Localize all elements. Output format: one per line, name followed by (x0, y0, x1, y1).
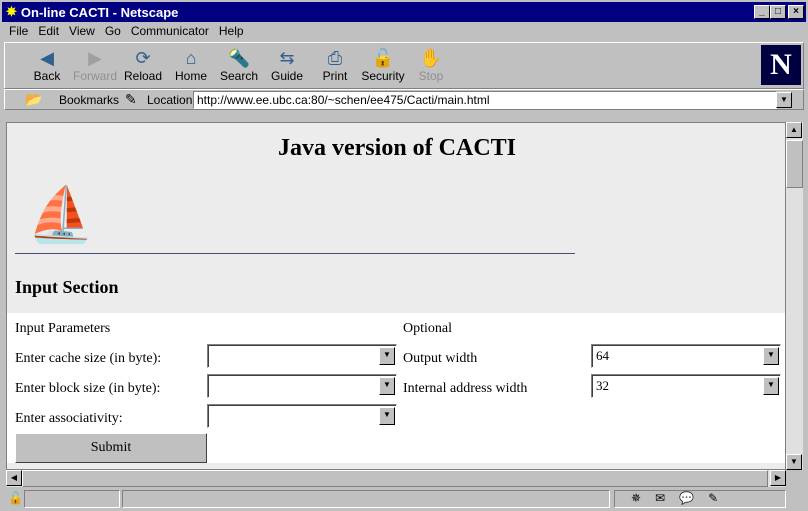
menu-view[interactable]: View (64, 22, 100, 40)
vertical-scroll-thumb[interactable] (786, 140, 803, 188)
guide-label: Guide (270, 69, 304, 83)
close-button[interactable]: × (788, 5, 804, 19)
submit-button[interactable]: Submit (15, 433, 207, 463)
dropdown-arrow-icon[interactable]: ▼ (379, 407, 395, 425)
back-button[interactable]: ◀ Back (23, 47, 71, 83)
page-proxy-icon[interactable]: ✎ (125, 91, 137, 108)
title-bar: ✵ On-line CACTI - Netscape _ □ × (2, 2, 806, 22)
netscape-app-icon: ✵ (6, 4, 17, 19)
input-form: Input Parameters Optional Enter cache si… (7, 313, 785, 463)
forward-label: Forward (72, 69, 117, 83)
divider (15, 253, 575, 254)
input-params-label: Input Parameters (15, 321, 111, 336)
address-width-label: Internal address width (403, 381, 528, 396)
output-width-select[interactable]: 64 ▼ (591, 344, 781, 368)
vertical-scrollbar[interactable]: ▲ ▼ (786, 122, 803, 470)
optional-label: Optional (403, 321, 452, 336)
print-button[interactable]: ⎙ Print (311, 47, 359, 83)
mail-icon[interactable]: ✉ (655, 491, 679, 505)
dropdown-arrow-icon[interactable]: ▼ (763, 347, 779, 365)
component-bar: ✵✉💬✎ (614, 490, 786, 508)
page-content: Java version of CACTI ⛵ Input Section In… (6, 122, 786, 470)
cache-size-select[interactable]: ▼ (207, 344, 397, 368)
location-label: Location: (147, 93, 196, 107)
search-icon: 🔦 (227, 48, 251, 68)
navigator-icon[interactable]: ✵ (631, 491, 655, 505)
horizontal-scrollbar[interactable]: ◀ ▶ (6, 470, 786, 487)
discussion-icon[interactable]: 💬 (679, 491, 708, 505)
scroll-up-button[interactable]: ▲ (786, 122, 802, 138)
home-label: Home (174, 69, 207, 83)
location-toolbar: 📂 Bookmarks ✎ Location: http://www.ee.ub… (4, 89, 804, 110)
security-button[interactable]: 🔓 Security (359, 47, 407, 83)
navigation-toolbar: N ◀ Back ▶ Forward ⟳ Reload ⌂ Home 🔦 Search ⇆ Guide… (4, 42, 804, 89)
dropdown-arrow-icon[interactable]: ▼ (379, 347, 395, 365)
maximize-button[interactable]: □ (770, 5, 786, 19)
scroll-down-button[interactable]: ▼ (786, 454, 802, 470)
progress-field (24, 490, 120, 508)
menu-file[interactable]: File (4, 22, 33, 40)
block-size-select[interactable]: ▼ (207, 374, 397, 398)
search-label: Search (219, 69, 259, 83)
home-button[interactable]: ⌂ Home (167, 47, 215, 83)
back-arrow-icon: ◀ (40, 48, 54, 68)
back-label: Back (33, 69, 61, 83)
reload-button[interactable]: ⟳ Reload (119, 47, 167, 83)
address-width-select[interactable]: 32 ▼ (591, 374, 781, 398)
guide-button[interactable]: ⇆ Guide (263, 47, 311, 83)
forward-arrow-icon: ▶ (88, 48, 102, 68)
window-title: On-line CACTI - Netscape (20, 4, 179, 20)
block-size-label: Enter block size (in byte): (15, 381, 161, 396)
stop-button[interactable]: ✋ Stop (407, 47, 455, 83)
bookmarks-icon: 📂 (25, 91, 43, 107)
stop-label: Stop (418, 69, 444, 83)
location-dropdown-button[interactable]: ▼ (776, 92, 792, 108)
print-icon: ⎙ (327, 48, 343, 68)
menu-bar: File Edit View Go Communicator Help (4, 22, 249, 40)
section-heading: Input Section (15, 277, 119, 297)
home-icon: ⌂ (185, 48, 197, 68)
menu-edit[interactable]: Edit (33, 22, 64, 40)
horizontal-scroll-thumb[interactable] (22, 470, 768, 487)
status-bar: 🔓 ✵✉💬✎ (4, 489, 804, 509)
composer-icon[interactable]: ✎ (708, 491, 732, 505)
forward-button[interactable]: ▶ Forward (71, 47, 119, 83)
scroll-left-button[interactable]: ◀ (6, 470, 22, 486)
dropdown-arrow-icon[interactable]: ▼ (379, 377, 395, 395)
status-text-field (122, 490, 610, 508)
menu-help[interactable]: Help (214, 22, 249, 40)
page-title: Java version of CACTI (278, 135, 516, 161)
address-width-value: 32 (596, 378, 609, 393)
reload-label: Reload (123, 69, 163, 83)
security-lock-icon[interactable]: 🔓 (8, 491, 23, 505)
search-button[interactable]: 🔦 Search (215, 47, 263, 83)
dropdown-arrow-icon[interactable]: ▼ (763, 377, 779, 395)
print-label: Print (322, 69, 348, 83)
stop-icon: ✋ (419, 48, 443, 68)
security-label: Security (361, 69, 405, 83)
guide-icon: ⇆ (279, 48, 295, 68)
minimize-button[interactable]: _ (754, 5, 770, 19)
lock-icon: 🔓 (371, 48, 395, 68)
location-input[interactable]: http://www.ee.ubc.ca:80/~schen/ee475/Cac… (193, 91, 777, 109)
associativity-select[interactable]: ▼ (207, 404, 397, 428)
output-width-value: 64 (596, 348, 609, 363)
output-width-label: Output width (403, 351, 478, 366)
menu-communicator[interactable]: Communicator (126, 22, 214, 40)
menu-go[interactable]: Go (100, 22, 126, 40)
netscape-logo[interactable]: N (761, 45, 801, 85)
associativity-label: Enter associativity: (15, 411, 123, 426)
ship-image: ⛵ (27, 185, 95, 245)
scroll-right-button[interactable]: ▶ (770, 470, 786, 486)
reload-icon: ⟳ (135, 48, 151, 68)
cache-size-label: Enter cache size (in byte): (15, 351, 162, 366)
bookmarks-button[interactable]: Bookmarks (59, 93, 119, 107)
